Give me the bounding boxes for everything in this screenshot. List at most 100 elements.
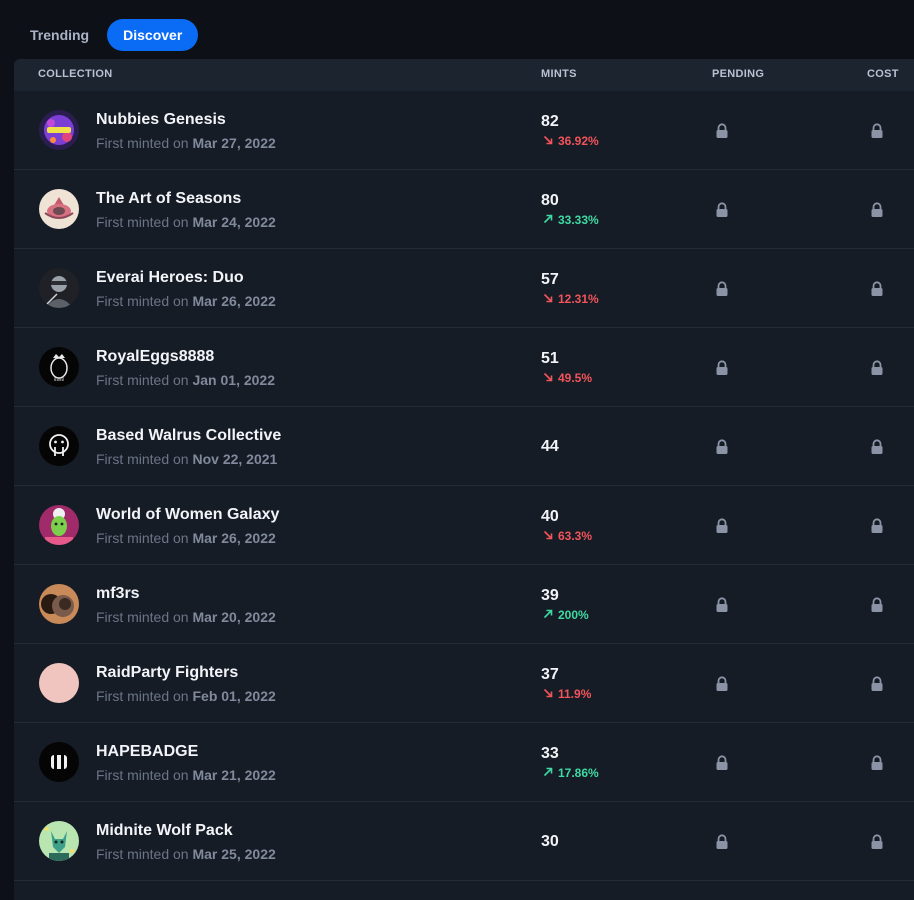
mints-count: 40 [541,508,559,525]
wolf-pack-avatar[interactable] [39,821,79,861]
lock-icon [715,360,729,376]
mints-change: 17.86% [543,766,599,780]
first-minted-date: Mar 25, 2022 [192,846,276,862]
table-row[interactable]: Nubbies Genesis First minted on Mar 27, 2… [14,91,914,170]
collection-name[interactable]: HAPEBADGE [96,743,198,761]
mints-change: 33.33% [543,213,599,227]
arrow-down-right-icon [543,134,553,148]
first-minted-label: First minted on [96,767,189,783]
lock-icon [715,834,729,850]
mints-change-value: 49.5% [558,371,593,385]
collection-name[interactable]: mf3rs [96,585,140,603]
lock-icon [715,123,729,139]
wow-galaxy-avatar[interactable] [39,505,79,545]
lock-icon [870,597,884,613]
art-of-seasons-avatar[interactable] [39,189,79,229]
view-tabs: Trending Discover [18,19,199,51]
svg-text:8888: 8888 [54,377,65,382]
mints-change-value: 36.92% [558,134,599,148]
mints-change: 11.9% [543,687,591,701]
lock-icon [870,360,884,376]
header-mints[interactable]: MINTS [541,68,577,80]
first-minted-date: Jan 01, 2022 [192,372,275,388]
collection-name[interactable]: Midnite Wolf Pack [96,822,233,840]
first-minted-label: First minted on [96,609,189,625]
header-cost[interactable]: COST [867,68,899,80]
mints-change-value: 12.31% [558,292,599,306]
first-minted: First minted on Mar 20, 2022 [96,609,276,625]
header-collection[interactable]: COLLECTION [38,68,113,80]
first-minted: First minted on Nov 22, 2021 [96,451,277,467]
first-minted-label: First minted on [96,846,189,862]
everai-avatar[interactable] [39,268,79,308]
hapebadge-avatar[interactable] [39,742,79,782]
table-row[interactable]: mf3rs First minted on Mar 20, 2022 39 200% [14,565,914,644]
first-minted: First minted on Jan 01, 2022 [96,372,275,388]
royaleggs-avatar[interactable]: 8888 [39,347,79,387]
mf3rs-avatar[interactable] [39,584,79,624]
lock-icon [715,755,729,771]
mints-change-value: 11.9% [558,687,592,701]
first-minted-label: First minted on [96,530,189,546]
lock-icon [870,202,884,218]
mints-count: 37 [541,666,559,683]
table-row[interactable]: Midnite Wolf Pack First minted on Mar 25,… [14,802,914,881]
mints-change: 36.92% [543,134,599,148]
header-pending[interactable]: PENDING [712,68,764,80]
tab-discover[interactable]: Discover [107,19,199,51]
tab-trending[interactable]: Trending [18,19,101,51]
lock-icon [870,518,884,534]
mints-change-value: 17.86% [558,766,599,780]
table-header: COLLECTION MINTS PENDING COST [14,59,914,91]
arrow-down-right-icon [543,371,553,385]
first-minted-label: First minted on [96,372,189,388]
mints-count: 82 [541,113,559,130]
collection-name[interactable]: Everai Heroes: Duo [96,269,244,287]
table-row[interactable]: 8888 RoyalEggs8888 First minted on Jan 01,… [14,328,914,407]
walrus-avatar[interactable] [39,426,79,466]
collection-name[interactable]: The Art of Seasons [96,190,241,208]
raidparty-avatar[interactable] [39,663,79,703]
table-row[interactable]: Everai Heroes: Duo First minted on Mar 26… [14,249,914,328]
first-minted: First minted on Mar 26, 2022 [96,293,276,309]
mints-change: 49.5% [543,371,592,385]
first-minted-label: First minted on [96,451,189,467]
lock-icon [870,676,884,692]
arrow-up-right-icon [543,608,553,622]
first-minted-date: Mar 26, 2022 [192,293,276,309]
mints-count: 44 [541,438,559,455]
arrow-down-right-icon [543,529,553,543]
collection-name[interactable]: RaidParty Fighters [96,664,238,682]
table-row[interactable]: The Art of Seasons First minted on Mar 24… [14,170,914,249]
mints-count: 80 [541,192,559,209]
table-row[interactable]: World of Women Galaxy First minted on Mar… [14,486,914,565]
mints-count: 30 [541,833,559,850]
collection-name[interactable]: Based Walrus Collective [96,427,281,445]
first-minted-date: Mar 20, 2022 [192,609,276,625]
mints-count: 39 [541,587,559,604]
mints-count: 57 [541,271,559,288]
mints-change: 12.31% [543,292,599,306]
arrow-up-right-icon [543,213,553,227]
lock-icon [870,123,884,139]
first-minted-date: Mar 21, 2022 [192,767,276,783]
lock-icon [870,755,884,771]
nubbies-avatar[interactable] [39,110,79,150]
mints-change: 63.3% [543,529,592,543]
arrow-down-right-icon [543,687,553,701]
collection-name[interactable]: Nubbies Genesis [96,111,226,129]
table-row[interactable]: RaidParty Fighters First minted on Feb 01… [14,644,914,723]
mints-count: 51 [541,350,559,367]
first-minted-date: Mar 26, 2022 [192,530,276,546]
table-row[interactable]: HAPEBADGE First minted on Mar 21, 2022 33 1… [14,723,914,802]
arrow-down-right-icon [543,292,553,306]
first-minted-date: Feb 01, 2022 [192,688,276,704]
collection-name[interactable]: RoyalEggs8888 [96,348,214,366]
lock-icon [870,834,884,850]
table-row[interactable]: Based Walrus Collective First minted on N… [14,407,914,486]
first-minted-date: Nov 22, 2021 [192,451,278,467]
collection-name[interactable]: World of Women Galaxy [96,506,279,524]
mints-change: 200% [543,608,589,622]
first-minted-label: First minted on [96,135,189,151]
lock-icon [715,281,729,297]
